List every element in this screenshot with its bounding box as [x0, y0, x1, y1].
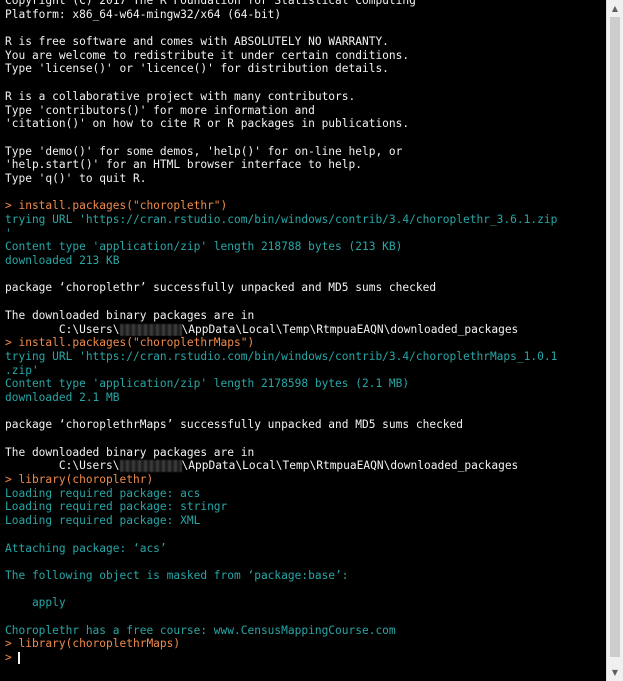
console-input-line: > install.packages("choroplethr") [5, 199, 605, 213]
console-line-text: trying URL 'https://cran.rstudio.com/bin… [5, 213, 558, 226]
console-input-line: > [5, 651, 605, 665]
console-line-text: > install.packages("choroplethr") [5, 199, 228, 213]
console-line-text-after: \AppData\Local\Temp\RtmpuaEAQN\downloade… [181, 459, 519, 473]
console-input-line: > library(choroplethrMaps) [5, 637, 605, 651]
scroll-up-icon[interactable]: ▲ [607, 0, 623, 17]
console-line-text: > install.packages("choroplethrMaps") [5, 336, 255, 350]
console-line-text: C:\Users\ [5, 459, 120, 473]
console-line-text: Loading required package: XML [5, 514, 201, 528]
console-output-line: package ‘choroplethr’ successfully unpac… [5, 281, 605, 295]
console-line-text: 'help.start()' for an HTML browser inter… [5, 158, 362, 172]
console-line-text: 'citation()' on how to cite R or R packa… [5, 117, 410, 131]
console-line-text: Platform: x86_64-w64-mingw32/x64 (64-bit… [5, 7, 282, 21]
console-output-line: package ‘choroplethrMaps’ successfully u… [5, 418, 605, 432]
console-output-line: Attaching package: ‘acs’ [5, 542, 605, 556]
console-line-text: Choroplethr has a free course: www.Censu… [5, 623, 396, 637]
console-line-text: Type 'demo()' for some demos, 'help()' f… [5, 144, 403, 158]
console-line-text: Copyright (C) 2017 The R Foundation for … [5, 0, 416, 7]
console-line-text: The downloaded binary packages are in [5, 308, 255, 322]
console-output-line: The downloaded binary packages are in [5, 446, 605, 460]
r-console[interactable]: Copyright (C) 2017 The R Foundation for … [0, 0, 606, 681]
console-line-text: ' [5, 226, 12, 240]
console-output-line: ' [5, 227, 605, 241]
scrollbar-thumb[interactable] [610, 17, 620, 657]
console-line-text: > library(choroplethr) [5, 473, 154, 487]
console-output-line: Content type 'application/zip' length 21… [5, 377, 605, 391]
console-output: Copyright (C) 2017 The R Foundation for … [5, 0, 605, 665]
console-output-line: Content type 'application/zip' length 21… [5, 240, 605, 254]
console-output-line: apply [5, 596, 605, 610]
console-output-line: You are welcome to redistribute it under… [5, 49, 605, 63]
console-output-line: Type 'license()' or 'licence()' for dist… [5, 62, 605, 76]
console-output-line: Type 'demo()' for some demos, 'help()' f… [5, 145, 605, 159]
console-line-text: R is free software and comes with ABSOLU… [5, 35, 389, 49]
console-output-line: Loading required package: acs [5, 487, 605, 501]
console-line-text: Content type 'application/zip' length 21… [5, 240, 403, 254]
console-output-line: trying URL 'https://cran.rstudio.com/bin… [5, 350, 605, 364]
console-output-line: trying URL 'https://cran.rstudio.com/bin… [5, 213, 605, 227]
console-output-line: downloaded 2.1 MB [5, 391, 605, 405]
console-output-line: R is free software and comes with ABSOLU… [5, 35, 605, 49]
console-line-text: downloaded 213 KB [5, 254, 120, 268]
console-input-line: > install.packages("choroplethrMaps") [5, 336, 605, 350]
console-line-text: Type 'q()' to quit R. [5, 171, 147, 185]
console-output-line: C:\Users\ \AppData\Local\Temp\RtmpuaEAQN\… [5, 323, 605, 337]
redacted-username [119, 323, 182, 336]
console-output-line: 'help.start()' for an HTML browser inter… [5, 158, 605, 172]
console-output-line: C:\Users\ \AppData\Local\Temp\RtmpuaEAQN\… [5, 459, 605, 473]
redacted-username [119, 460, 182, 473]
console-line-text: Type 'contributors()' for more informati… [5, 103, 315, 117]
console-output-line: The downloaded binary packages are in [5, 309, 605, 323]
console-line-text: The downloaded binary packages are in [5, 445, 255, 459]
console-line-text: Attaching package: ‘acs’ [5, 541, 167, 555]
console-output-line: downloaded 213 KB [5, 254, 605, 268]
console-output-line: Copyright (C) 2017 The R Foundation for … [5, 0, 605, 8]
console-output-line: Type 'contributors()' for more informati… [5, 104, 605, 118]
console-line-text: package ‘choroplethrMaps’ successfully u… [5, 418, 464, 432]
console-line-text: apply [5, 596, 66, 610]
scroll-down-icon[interactable]: ▼ [607, 664, 623, 681]
console-line-text-after: \AppData\Local\Temp\RtmpuaEAQN\downloade… [181, 322, 519, 336]
console-output-line: .zip' [5, 364, 605, 378]
console-line-text: You are welcome to redistribute it under… [5, 48, 410, 62]
console-line-text: > library(choroplethrMaps) [5, 637, 181, 651]
console-line-text: C:\Users\ [5, 322, 120, 336]
vertical-scrollbar[interactable]: ▲ ▼ [606, 0, 623, 681]
console-output-line: Choroplethr has a free course: www.Censu… [5, 624, 605, 638]
console-input-line: > library(choroplethr) [5, 473, 605, 487]
console-line-text: Type 'license()' or 'licence()' for dist… [5, 62, 389, 76]
console-line-text: package ‘choroplethr’ successfully unpac… [5, 281, 437, 295]
console-output-line: Platform: x86_64-w64-mingw32/x64 (64-bit… [5, 8, 605, 22]
console-line-text: The following object is masked from ‘pac… [5, 568, 349, 582]
console-output-line: Type 'q()' to quit R. [5, 172, 605, 186]
text-cursor[interactable] [18, 652, 21, 664]
console-line-text: trying URL 'https://cran.rstudio.com/bin… [5, 349, 558, 363]
console-line-text: > [5, 651, 19, 664]
console-output-line: R is a collaborative project with many c… [5, 90, 605, 104]
console-output-line: 'citation()' on how to cite R or R packa… [5, 117, 605, 131]
console-output-line: The following object is masked from ‘pac… [5, 569, 605, 583]
console-line-text: Loading required package: acs [5, 486, 201, 500]
console-output-line: Loading required package: stringr [5, 500, 605, 514]
console-line-text: downloaded 2.1 MB [5, 390, 120, 404]
console-line-text: Loading required package: stringr [5, 500, 228, 514]
console-output-line: Loading required package: XML [5, 514, 605, 528]
console-line-text: .zip' [5, 363, 39, 377]
console-line-text: Content type 'application/zip' length 21… [5, 377, 410, 391]
console-line-text: R is a collaborative project with many c… [5, 89, 356, 103]
